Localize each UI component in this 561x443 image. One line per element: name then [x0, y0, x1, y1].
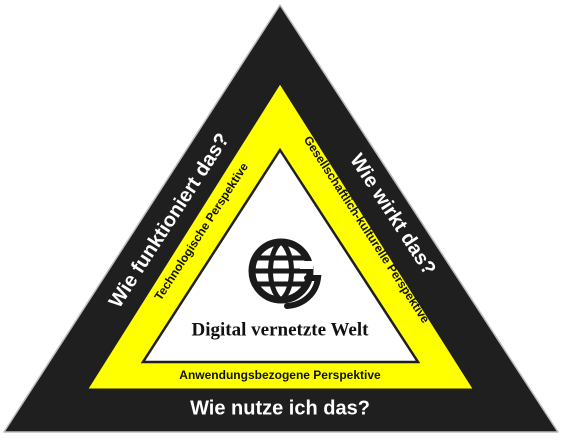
perspective-bottom: Anwendungsbezogene Perspektive: [179, 368, 381, 382]
dagstuhl-triangle-diagram: Wie funktioniert das? Wie wirkt das? Wie…: [0, 0, 561, 443]
triangle-svg: Wie funktioniert das? Wie wirkt das? Wie…: [3, 4, 559, 433]
question-bottom: Wie nutze ich das?: [190, 397, 370, 419]
center-title: Digital vernetzte Welt: [192, 319, 370, 340]
